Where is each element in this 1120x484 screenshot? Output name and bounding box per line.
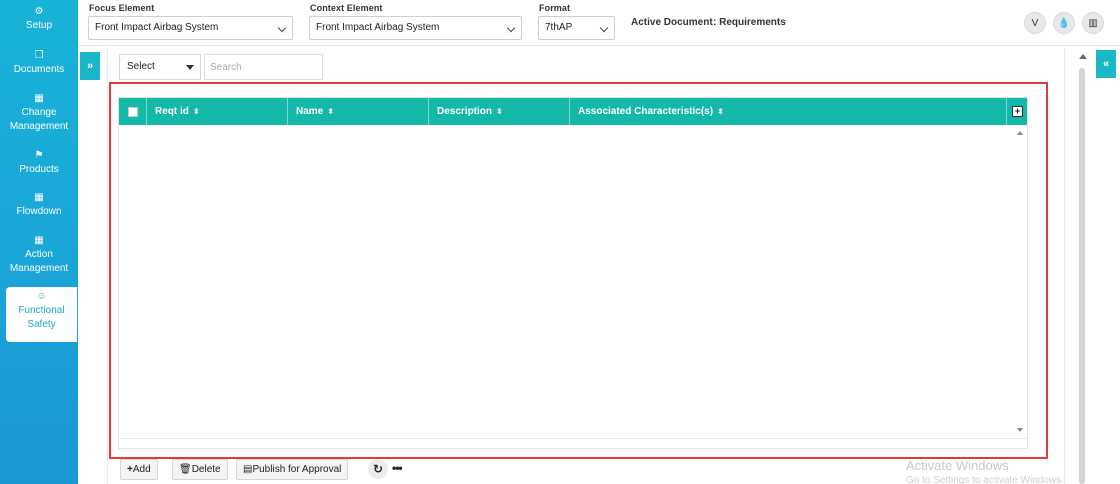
delete-button-label: Delete <box>191 464 221 475</box>
refresh-button[interactable]: ↻ <box>368 459 388 479</box>
format-value: 7thAP <box>545 22 573 33</box>
building-icon: ▦ <box>34 235 44 246</box>
column-header-label: Associated Characteristic(s) <box>578 106 714 117</box>
focus-element-select[interactable]: Front Impact Airbag System <box>88 16 293 40</box>
context-element-select[interactable]: Front Impact Airbag System <box>309 16 522 40</box>
chevron-down-icon <box>277 23 287 33</box>
sidebar-item-label: Functional Safety <box>18 305 65 330</box>
column-header-label: Reqt id <box>155 106 189 117</box>
table-scrollbar[interactable] <box>1013 125 1027 438</box>
delete-button[interactable]: 🗑Delete <box>172 459 228 480</box>
column-header-associated-characteristics[interactable]: Associated Characteristic(s) ⬍ <box>570 98 1007 125</box>
double-chevron-left-icon: « <box>1102 58 1110 70</box>
sidebar-item-documents[interactable]: ❐ Documents <box>0 50 78 80</box>
drop-icon: 💧 <box>1057 17 1071 29</box>
column-header-description[interactable]: Description ⬍ <box>429 98 570 125</box>
smile-icon: ☺ <box>36 291 47 302</box>
chevron-down-icon <box>599 23 609 33</box>
double-chevron-right-icon: » <box>86 60 94 72</box>
select-all-cell <box>119 98 147 125</box>
active-document-label: Active Document <box>631 17 713 28</box>
trash-icon: 🗑 <box>179 464 192 475</box>
context-element-label: Context Element <box>310 3 383 13</box>
sidebar-item-label: Documents <box>13 64 65 75</box>
expand-columns-button[interactable]: + <box>1012 106 1023 117</box>
expand-left-panel-button[interactable]: » <box>80 52 100 80</box>
context-element-value: Front Impact Airbag System <box>316 22 440 33</box>
sidebar-item-action-management[interactable]: ▦ Action Management <box>0 235 78 279</box>
column-header-name[interactable]: Name ⬍ <box>288 98 429 125</box>
column-header-reqt-id[interactable]: Reqt id ⬍ <box>147 98 288 125</box>
sidebar-item-products[interactable]: ⚑ Products <box>0 150 78 180</box>
activate-windows-title: Activate Windows <box>906 458 1009 473</box>
column-header-label: Description <box>437 106 493 117</box>
drop-button[interactable]: 💧 <box>1053 12 1075 34</box>
add-button[interactable]: +Add <box>120 459 158 480</box>
scroll-down-icon[interactable] <box>1017 428 1023 432</box>
sidebar-item-label: Flowdown <box>16 206 62 217</box>
format-label: Format <box>539 3 571 13</box>
requirements-table: Reqt id ⬍ Name ⬍ Description ⬍ Associated C… <box>118 97 1028 449</box>
flag-icon: ⚑ <box>34 150 44 161</box>
filter-select-value: Select <box>127 61 155 72</box>
search-input[interactable] <box>204 54 323 80</box>
sort-icon: ⬍ <box>327 107 334 116</box>
gears-icon: ⚙ <box>34 6 44 17</box>
plus-icon: + <box>1014 106 1021 116</box>
focus-element-label: Focus Element <box>89 3 155 13</box>
expand-right-panel-button[interactable]: « <box>1096 50 1116 78</box>
sidebar-item-label: Setup <box>25 20 53 31</box>
chart-button[interactable]: ▥ <box>1082 12 1104 34</box>
building-icon: ▦ <box>34 192 44 203</box>
activate-windows-subtitle: Go to Settings to activate Windows. <box>906 475 1064 484</box>
sidebar-item-setup[interactable]: ⚙ Setup <box>0 6 78 40</box>
building-icon: ▦ <box>34 93 44 104</box>
publish-for-approval-button[interactable]: ▤Publish for Approval <box>236 459 349 480</box>
sidebar-item-change-management[interactable]: ▦ Change Management <box>0 93 78 137</box>
scroll-up-icon[interactable] <box>1079 54 1087 59</box>
chart-icon: ▥ <box>1088 17 1098 29</box>
sidebar-item-label: Change Management <box>9 107 69 132</box>
sidebar-item-label: Products <box>19 164 59 175</box>
sort-icon: ⬍ <box>496 107 503 116</box>
ellipsis-icon: ••• <box>392 461 403 475</box>
focus-element-value: Front Impact Airbag System <box>95 22 219 33</box>
more-options-button[interactable]: ••• <box>392 461 403 475</box>
chevron-down-icon <box>506 23 516 33</box>
sidebar-item-flowdown[interactable]: ▦ Flowdown <box>0 192 78 222</box>
format-select[interactable]: 7thAP <box>538 16 615 40</box>
vine-icon: V <box>1031 17 1039 29</box>
vine-button[interactable]: V <box>1024 12 1046 34</box>
sidebar-item-functional-safety[interactable]: ☺ Functional Safety <box>6 287 77 342</box>
active-document-value: : Requirements <box>713 17 786 28</box>
sidebar: ⚙ Setup ❐ Documents ▦ Change Management … <box>0 0 78 484</box>
scroll-up-icon[interactable] <box>1017 131 1023 135</box>
caret-down-icon <box>186 65 194 70</box>
sidebar-item-label: Action Management <box>9 249 69 274</box>
select-all-checkbox[interactable] <box>128 107 138 117</box>
table-header: Reqt id ⬍ Name ⬍ Description ⬍ Associated C… <box>119 98 1027 125</box>
scrollbar-thumb[interactable] <box>1079 68 1085 484</box>
add-button-label: Add <box>132 464 151 475</box>
copy-icon: ❐ <box>34 50 44 61</box>
publish-button-label: Publish for Approval <box>252 464 342 475</box>
main-scrollbar[interactable] <box>1078 48 1088 484</box>
sort-icon: ⬍ <box>717 107 724 116</box>
table-footer-divider <box>119 438 1027 439</box>
sort-icon: ⬍ <box>192 107 200 116</box>
refresh-icon: ↻ <box>372 462 384 476</box>
filter-select[interactable]: Select <box>119 54 201 80</box>
column-header-label: Name <box>296 106 324 117</box>
